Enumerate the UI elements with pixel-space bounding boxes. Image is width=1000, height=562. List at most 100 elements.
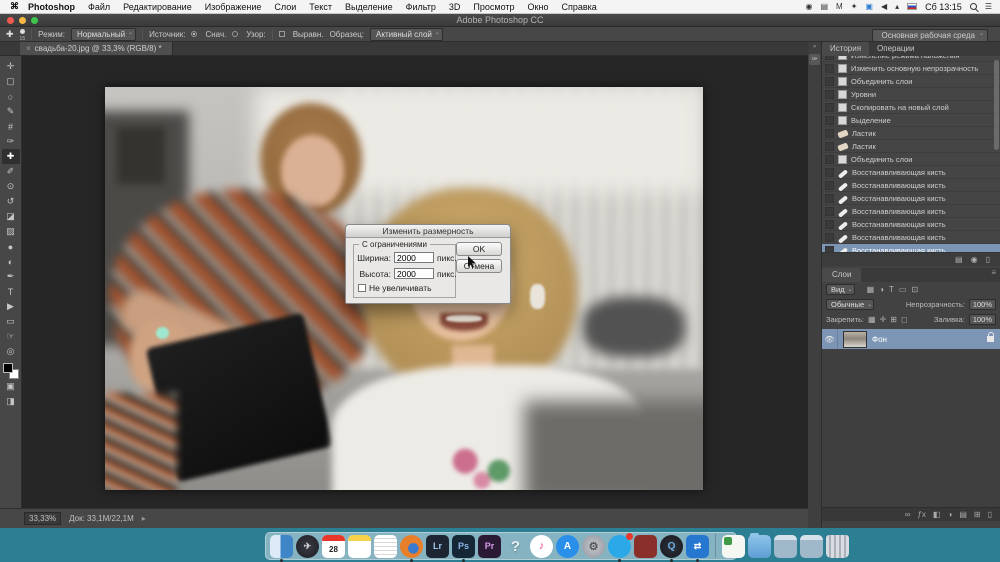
layer-blend-mode-dropdown[interactable]: Обычные (826, 299, 874, 310)
sample-dropdown[interactable]: Активный слой (370, 28, 443, 41)
menu-layers[interactable]: Слои (274, 2, 296, 12)
brush-preset-picker[interactable]: 15 (20, 29, 26, 41)
history-state-row[interactable]: Выделение (822, 114, 1000, 127)
crop-tool[interactable]: # (2, 119, 20, 134)
filter-adjustment-layers-icon[interactable]: ◑ (879, 285, 884, 294)
menu-edit[interactable]: Редактирование (123, 2, 192, 12)
dock-firefox[interactable] (400, 535, 423, 558)
history-source-checkbox[interactable] (825, 129, 834, 138)
dock-separator[interactable] (715, 534, 716, 558)
history-source-checkbox[interactable] (825, 142, 834, 151)
history-state-row[interactable]: Уровни (822, 88, 1000, 101)
history-state-row[interactable]: Восстанавливающая кисть (822, 244, 1000, 252)
ok-button[interactable]: OK (456, 242, 502, 256)
dock-quicktime[interactable]: Q (660, 535, 683, 558)
dodge-tool[interactable]: ◐ (2, 254, 20, 269)
menu-type[interactable]: Текст (309, 2, 332, 12)
menu-file[interactable]: Файл (88, 2, 110, 12)
dock-launchpad[interactable]: ✈ (296, 535, 319, 558)
dock-photoshop[interactable]: Ps (452, 535, 475, 558)
volume-icon[interactable]: ◀ (881, 0, 887, 14)
lock-pixels-icon[interactable]: ✛ (880, 315, 887, 324)
history-source-checkbox[interactable] (825, 168, 834, 177)
eyedropper-tool[interactable]: ✑ (2, 134, 20, 149)
tab-history[interactable]: История (822, 42, 869, 56)
screen-mode-button[interactable]: ◨ (2, 394, 20, 409)
current-tool-icon[interactable]: ✚ (6, 29, 14, 40)
filter-type-layers-icon[interactable]: T (889, 285, 894, 294)
expand-panels-icon[interactable]: » (808, 44, 821, 50)
history-source-checkbox[interactable] (825, 64, 834, 73)
menu-window[interactable]: Окно (528, 2, 549, 12)
dock-system-preferences[interactable]: ⚙ (582, 535, 605, 558)
dock-missing-app[interactable]: ? (504, 535, 527, 558)
history-source-checkbox[interactable] (825, 90, 834, 99)
history-source-checkbox[interactable] (825, 56, 834, 60)
source-sampled-radio[interactable] (191, 31, 197, 37)
marquee-tool[interactable]: ▢ (2, 74, 20, 89)
aligned-checkbox[interactable] (279, 31, 285, 37)
menu-view[interactable]: Просмотр (473, 2, 514, 12)
history-state-row[interactable]: Объединить слои (822, 75, 1000, 88)
history-source-checkbox[interactable] (825, 181, 834, 190)
dock-document[interactable] (722, 535, 745, 558)
menu-select[interactable]: Выделение (345, 2, 393, 12)
lock-transparency-icon[interactable]: ▦ (868, 315, 876, 324)
zoom-level-field[interactable]: 33,33% (24, 512, 61, 525)
eraser-tool[interactable]: ◪ (2, 209, 20, 224)
layer-effects-icon[interactable]: ƒx (917, 510, 925, 519)
history-source-checkbox[interactable] (825, 77, 834, 86)
panel-menu-icon[interactable]: ≡ (991, 268, 1000, 282)
lasso-tool[interactable]: ○ (2, 89, 20, 104)
shape-tool[interactable]: ▭ (2, 314, 20, 329)
screen-recording-icon[interactable]: ◉ (805, 0, 812, 14)
close-tab-icon[interactable]: × (26, 44, 31, 53)
parallels-icon[interactable]: ▤ (820, 0, 828, 14)
blend-mode-dropdown[interactable]: Нормальный (71, 28, 136, 41)
new-layer-icon[interactable]: ⊞ (974, 510, 981, 519)
dock-messenger[interactable] (608, 535, 631, 558)
dock-textedit[interactable] (374, 535, 397, 558)
lock-all-icon[interactable]: ◻ (901, 315, 908, 324)
history-state-row[interactable]: Скопировать на новый слой (822, 101, 1000, 114)
history-state-row[interactable]: Восстанавливающая кисть (822, 231, 1000, 244)
menu-image[interactable]: Изображение (205, 2, 262, 12)
dock-premiere[interactable]: Pr (478, 535, 501, 558)
menu-clock[interactable]: Сб 13:15 (925, 0, 962, 14)
dock-window-2[interactable] (800, 535, 823, 558)
history-state-row[interactable]: Ластик (822, 127, 1000, 140)
link-layers-icon[interactable]: ∞ (905, 510, 911, 519)
menu-help[interactable]: Справка (561, 2, 596, 12)
width-input[interactable] (394, 252, 434, 263)
history-state-row[interactable]: Ластик (822, 140, 1000, 153)
layer-visibility-eye-icon[interactable]: 👁 (822, 329, 838, 349)
history-state-row[interactable]: Восстанавливающая кисть (822, 218, 1000, 231)
do-not-enlarge-checkbox[interactable] (358, 284, 366, 292)
foreground-color-swatch[interactable] (3, 363, 13, 373)
new-document-from-state-icon[interactable]: ▤ (955, 255, 963, 264)
adjustment-layer-icon[interactable]: ◑ (947, 510, 952, 519)
layer-mask-icon[interactable]: ◧ (933, 510, 941, 519)
delete-layer-icon[interactable]: ▯ (988, 510, 992, 519)
tab-actions[interactable]: Операции (869, 42, 922, 56)
quick-selection-tool[interactable]: ✎ (2, 104, 20, 119)
workspace-switcher-button[interactable]: Основная рабочая среда (872, 29, 988, 42)
collapsed-panel-icon[interactable]: ✑ (809, 54, 820, 65)
layer-group-icon[interactable]: ▤ (959, 510, 967, 519)
history-state-row[interactable]: Восстанавливающая кисть (822, 192, 1000, 205)
dock-finder[interactable] (270, 535, 293, 558)
path-selection-tool[interactable]: ▶ (2, 299, 20, 314)
new-snapshot-icon[interactable]: ◉ (971, 255, 978, 264)
dock-appstore[interactable]: A (556, 535, 579, 558)
layer-row-background[interactable]: 👁 Фон (822, 329, 1000, 349)
clone-stamp-tool[interactable]: ⊙ (2, 179, 20, 194)
shield-icon[interactable]: ✦ (851, 0, 858, 14)
opacity-value[interactable]: 100% (969, 299, 996, 310)
spotlight-icon[interactable] (970, 3, 977, 10)
history-state-row[interactable]: Восстанавливающая кисть (822, 179, 1000, 192)
type-tool[interactable]: T (2, 284, 20, 299)
apple-menu-icon[interactable]: ⌘ (10, 1, 19, 12)
dialog-title[interactable]: Изменить размерность (346, 225, 510, 238)
pen-tool[interactable]: ✒ (2, 269, 20, 284)
history-scrollbar[interactable] (994, 60, 999, 150)
